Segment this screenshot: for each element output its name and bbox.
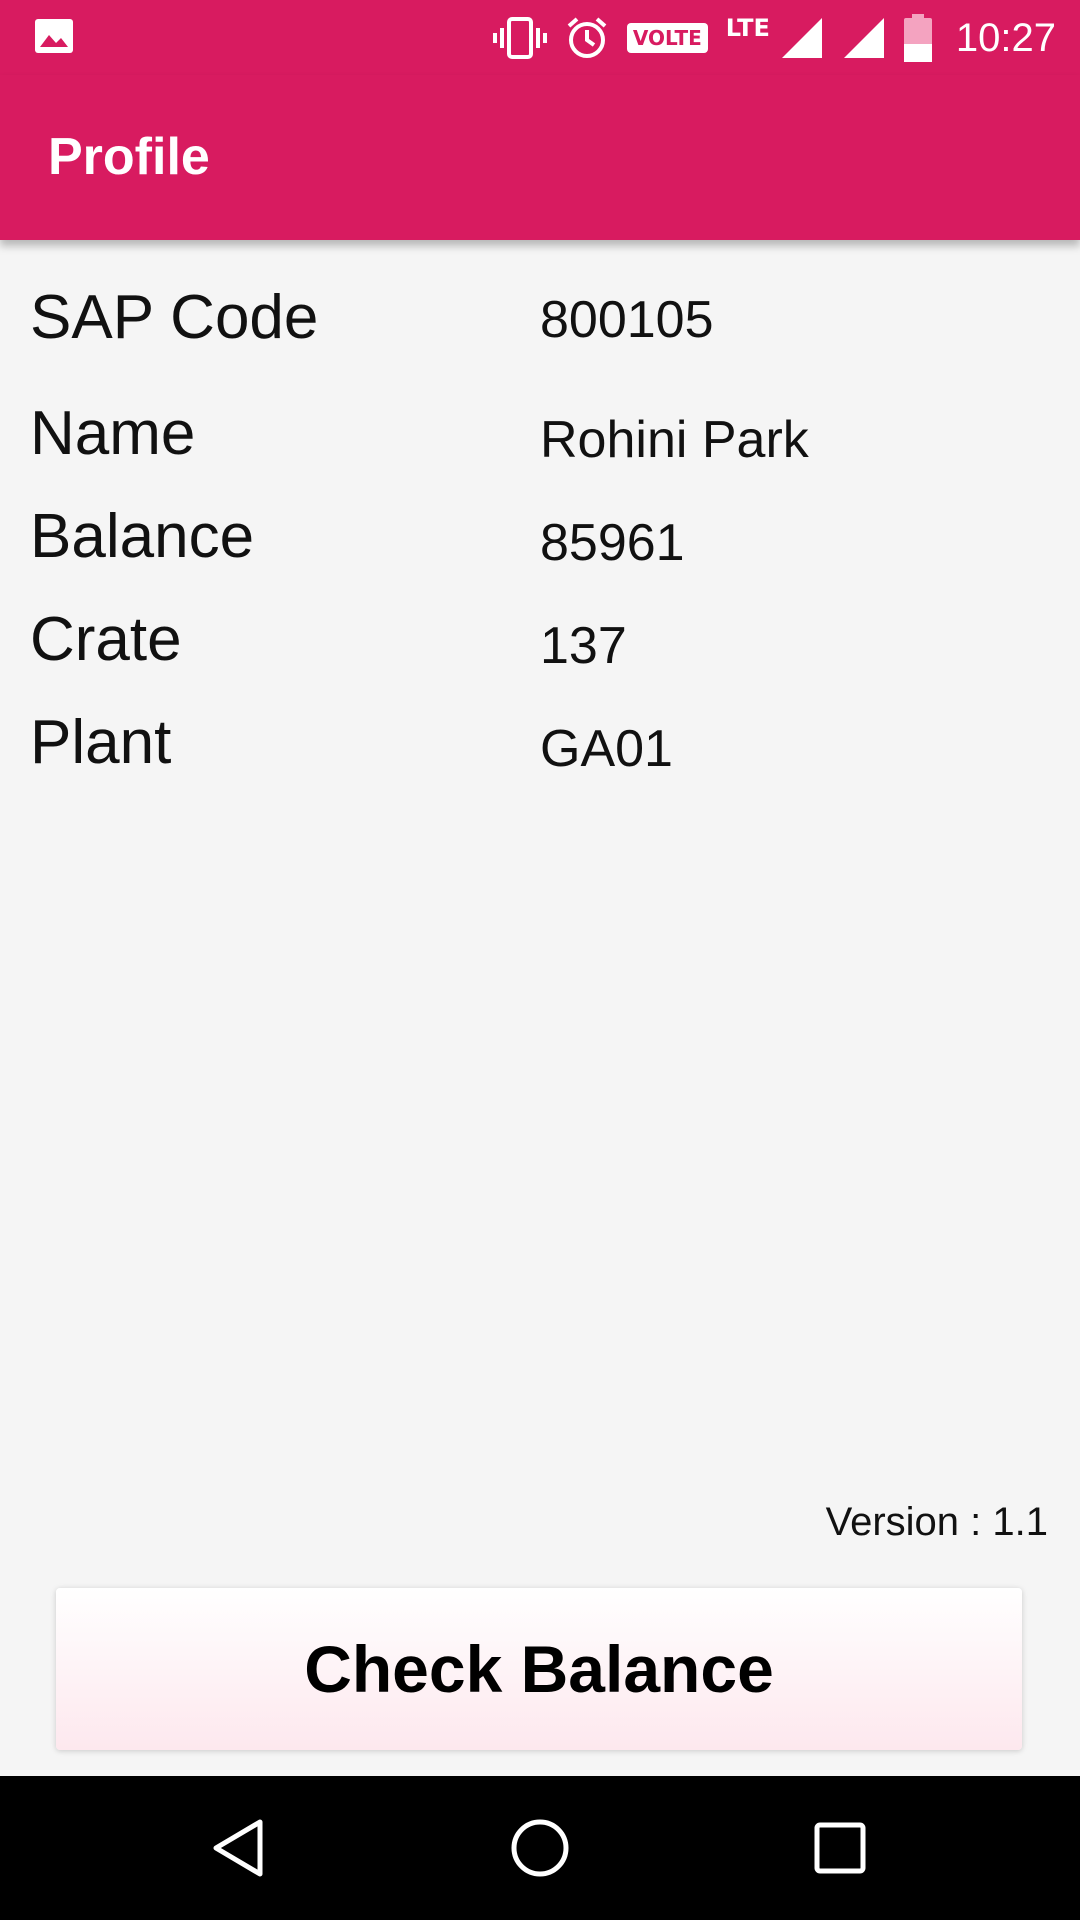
volte-badge: VOLTE [626, 23, 708, 53]
lte-indicator: LTE [725, 14, 770, 42]
signal-icon [842, 16, 886, 60]
signal-icon [780, 16, 824, 60]
plant-value: GA01 [540, 720, 673, 778]
recents-icon[interactable] [808, 1816, 872, 1880]
sap-code-value: 800105 [540, 291, 714, 349]
balance-value: 85961 [540, 514, 685, 572]
crate-label: Crate [30, 605, 182, 674]
sap-code-label: SAP Code [30, 283, 319, 352]
alarm-icon [565, 16, 609, 60]
status-icons: VOLTE LTE 10:27 [492, 12, 1056, 64]
name-label: Name [30, 399, 196, 468]
status-bar: VOLTE LTE 10:27 [0, 0, 1080, 75]
home-icon[interactable] [508, 1816, 572, 1880]
vibrate-icon [492, 16, 547, 60]
app-bar: Profile [0, 75, 1080, 240]
battery-icon [903, 14, 932, 62]
crate-value: 137 [540, 617, 627, 675]
page-title: Profile [48, 128, 210, 186]
navigation-bar [0, 1776, 1080, 1920]
version-label: Version : 1.1 [825, 1500, 1048, 1544]
status-time: 10:27 [955, 15, 1056, 60]
gallery-icon [34, 18, 74, 54]
name-value: Rohini Park [540, 411, 809, 469]
check-balance-button[interactable]: Check Balance [56, 1588, 1022, 1750]
back-icon[interactable] [208, 1816, 272, 1880]
plant-label: Plant [30, 708, 172, 777]
balance-label: Balance [30, 502, 255, 571]
